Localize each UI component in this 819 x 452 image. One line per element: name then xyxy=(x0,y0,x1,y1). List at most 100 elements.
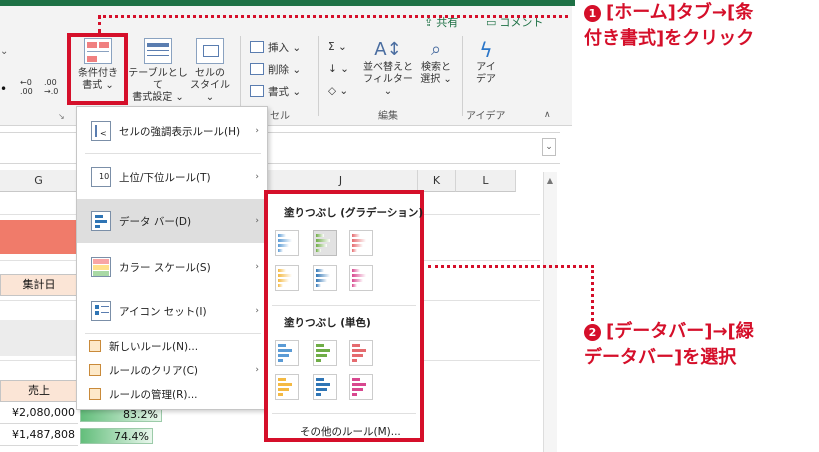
menu-item-label: ルールの管理(R)... xyxy=(109,388,198,401)
delete-label: 削除 ⌄ xyxy=(268,63,302,76)
ribbon-separator xyxy=(462,36,463,116)
find-select-button[interactable]: ⌕ 検索と 選択 ⌄ xyxy=(416,38,456,86)
more-rules-link[interactable]: その他のルール(M)... xyxy=(300,424,401,439)
top-bottom-rules-icon: 10 xyxy=(91,167,111,187)
gradient-data-bar-green[interactable] xyxy=(313,230,337,256)
menu-divider xyxy=(85,153,261,154)
menu-item-top-bottom-rules[interactable]: 10 上位/下位ルール(T) › xyxy=(77,155,267,199)
conditional-format-menu: < セルの強調表示ルール(H) › 10 上位/下位ルール(T) › データ バ… xyxy=(76,106,268,410)
menu-item-label: ルールのクリア(C) xyxy=(109,364,199,377)
column-header-k[interactable]: K xyxy=(418,170,456,192)
find-select-label-2: 選択 ⌄ xyxy=(420,74,452,85)
format-as-table-button[interactable]: テーブルとして 書式設定 ⌄ xyxy=(128,38,188,104)
find-select-label-1: 検索と xyxy=(421,62,451,73)
menu-divider xyxy=(85,333,261,334)
menu-item-label: 新しいルール(N)... xyxy=(109,340,199,353)
edit-group-label: 編集 xyxy=(378,111,398,122)
solid-data-bar-blue[interactable] xyxy=(275,340,299,366)
column-header-j[interactable]: J xyxy=(264,170,418,192)
cell-styles-icon xyxy=(196,38,224,64)
gradient-data-bar-purple[interactable] xyxy=(349,265,373,291)
menu-item-label: アイコン セット(I) xyxy=(119,305,207,318)
gradient-data-bar-blue[interactable] xyxy=(275,230,299,256)
dropdown-arrow-icon[interactable]: ⌄ xyxy=(0,46,8,57)
aggregation-date-header[interactable]: 集計日 xyxy=(0,274,78,296)
menu-item-label: 上位/下位ルール(T) xyxy=(119,171,211,184)
dialog-launcher-icon[interactable]: ↘ xyxy=(58,112,65,121)
format-label: 書式 ⌄ xyxy=(268,85,302,98)
solid-data-bar-light-blue[interactable] xyxy=(313,374,337,400)
expand-formula-bar-icon[interactable]: ⌄ xyxy=(542,138,556,156)
menu-item-icon-sets[interactable]: アイコン セット(I) › xyxy=(77,289,267,333)
callout-connector xyxy=(98,15,101,33)
menu-item-new-rule[interactable]: 新しいルール(N)... xyxy=(77,335,267,357)
decrease-decimal-bottom: →.0 xyxy=(44,87,59,96)
cell-styles-button[interactable]: セルの スタイル ⌄ xyxy=(186,38,234,104)
submenu-divider xyxy=(272,413,416,414)
ribbon-separator xyxy=(318,36,319,116)
decrease-decimal-button[interactable]: .00 →.0 xyxy=(44,78,58,96)
ribbon-separator xyxy=(240,36,241,116)
column-header-g[interactable]: G xyxy=(0,170,78,192)
menu-item-data-bars[interactable]: データ バー(D) › xyxy=(77,199,267,243)
solid-data-bar-red[interactable] xyxy=(349,340,373,366)
format-as-table-icon xyxy=(144,38,172,64)
chevron-right-icon: › xyxy=(255,172,259,182)
collapse-ribbon-icon[interactable]: ∧ xyxy=(544,110,551,120)
autosum-label: Σ ⌄ xyxy=(328,41,347,53)
new-rule-icon xyxy=(89,340,101,352)
gradient-data-bar-orange[interactable] xyxy=(275,265,299,291)
solid-data-bar-green[interactable] xyxy=(313,340,337,366)
format-button[interactable]: 書式 ⌄ xyxy=(250,82,301,100)
scroll-up-arrow-icon[interactable]: ▲ xyxy=(543,174,557,188)
step-2-badge: 2 xyxy=(584,324,601,341)
solid-data-bar-purple[interactable] xyxy=(349,374,373,400)
format-as-table-label-1: テーブルとして xyxy=(128,68,188,91)
chevron-right-icon: › xyxy=(255,306,259,316)
vertical-scrollbar[interactable] xyxy=(543,172,557,452)
ideas-label-1: アイ xyxy=(476,62,496,73)
data-bar-2[interactable]: 74.4% xyxy=(80,428,153,444)
cells-group-label: セル xyxy=(270,111,290,122)
menu-item-label: カラー スケール(S) xyxy=(119,261,211,274)
sales-value-2[interactable]: ¥1,487,808 xyxy=(0,426,78,446)
lightning-icon: ϟ xyxy=(479,38,493,62)
sort-filter-label-1: 並べ替えと xyxy=(363,62,413,73)
step-2-text-line-1: [データバー]→[緑 xyxy=(606,321,754,342)
grey-cell[interactable] xyxy=(0,320,78,356)
step-2-text-line-2: データバー]を選択 xyxy=(584,347,737,368)
increase-decimal-button[interactable]: ←0 .00 xyxy=(20,78,33,96)
ideas-label-2: デア xyxy=(476,74,496,85)
ideas-button[interactable]: ϟ アイ デア xyxy=(468,38,504,86)
autosum-button[interactable]: Σ ⌄ xyxy=(328,38,347,56)
menu-item-highlight-rules[interactable]: < セルの強調表示ルール(H) › xyxy=(77,109,267,153)
insert-button[interactable]: 挿入 ⌄ xyxy=(250,38,301,56)
title-cell[interactable] xyxy=(0,220,78,254)
fill-button[interactable]: ↓ ⌄ xyxy=(328,60,349,78)
column-header-l[interactable]: L xyxy=(456,170,516,192)
icon-sets-icon xyxy=(91,301,111,321)
sales-value-1[interactable]: ¥2,080,000 xyxy=(0,404,78,424)
gradient-data-bar-red[interactable] xyxy=(349,230,373,256)
menu-item-clear-rules[interactable]: ルールのクリア(C) › xyxy=(77,359,267,381)
callout-connector xyxy=(98,15,568,18)
insert-label: 挿入 ⌄ xyxy=(268,41,302,54)
gradient-data-bar-light-blue[interactable] xyxy=(313,265,337,291)
menu-item-color-scales[interactable]: カラー スケール(S) › xyxy=(77,245,267,289)
step-1-text-line-2: 付き書式]をクリック xyxy=(584,28,755,49)
clear-button[interactable]: ◇ ⌄ xyxy=(328,82,348,100)
solid-data-bar-orange[interactable] xyxy=(275,374,299,400)
sort-filter-button[interactable]: A↕ 並べ替えと フィルター ⌄ xyxy=(360,38,416,98)
sales-header[interactable]: 売上 xyxy=(0,380,78,402)
step-1-text-line-1: [ホーム]タブ→[条 xyxy=(606,2,754,23)
chevron-right-icon: › xyxy=(255,216,259,226)
dot-icon: • xyxy=(0,82,8,96)
cell-styles-label-2: スタイル ⌄ xyxy=(190,80,230,103)
menu-item-manage-rules[interactable]: ルールの管理(R)... xyxy=(77,383,267,405)
chevron-right-icon: › xyxy=(255,365,259,375)
clear-rules-icon xyxy=(89,364,101,376)
decrease-decimal-top: .00 xyxy=(44,78,57,87)
step-1-badge: 1 xyxy=(584,5,601,22)
color-scales-icon xyxy=(91,257,111,277)
delete-button[interactable]: 削除 ⌄ xyxy=(250,60,301,78)
